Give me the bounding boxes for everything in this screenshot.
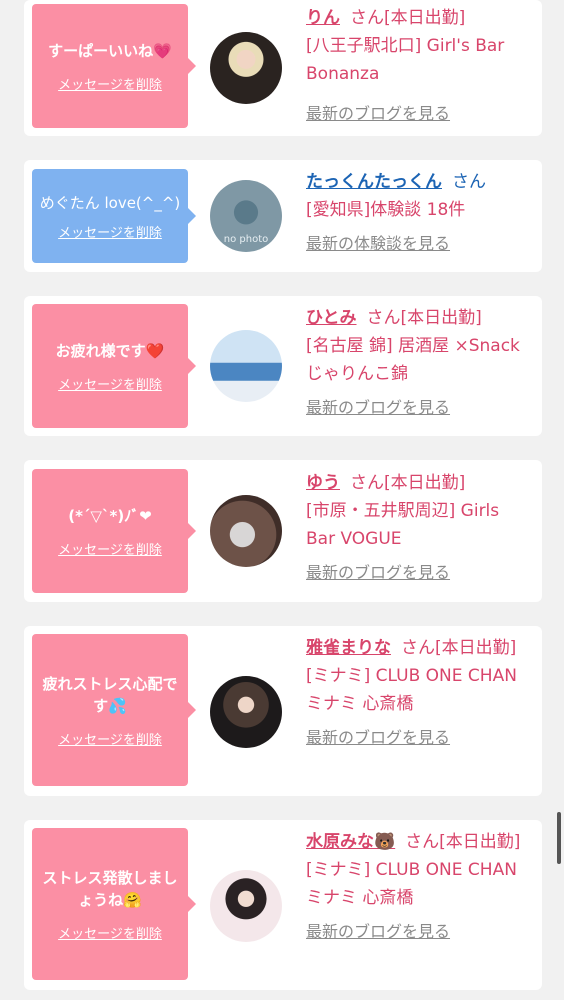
shop-link[interactable]: [ミナミ] CLUB ONE CHAN ミナミ 心斎橋 bbox=[306, 860, 517, 908]
shop-link[interactable]: [名古屋 錦] 居酒屋 ×Snack じゃりんこ錦 bbox=[306, 336, 520, 384]
no-photo-label: no photo bbox=[223, 234, 269, 245]
latest-blog-link[interactable]: 最新のブログを見る bbox=[306, 724, 532, 752]
message-bubble: めぐたん love(^_^) メッセージを削除 bbox=[32, 169, 196, 263]
message-text: お疲れ様です❤️ bbox=[55, 341, 165, 360]
latest-blog-link[interactable]: 最新のブログを見る bbox=[306, 918, 532, 946]
message-text: めぐたん love(^_^) bbox=[39, 193, 181, 212]
profile-name-link[interactable]: ひとみ bbox=[306, 308, 357, 328]
latest-blog-link[interactable]: 最新の体験談を見る bbox=[306, 230, 532, 258]
status-text: さん[本日出勤] bbox=[366, 308, 482, 328]
shop-link[interactable]: [市原・五井駅周辺] Girls Bar VOGUE bbox=[306, 501, 499, 549]
message-bubble: お疲れ様です❤️ メッセージを削除 bbox=[32, 304, 196, 428]
avatar[interactable] bbox=[210, 32, 282, 104]
shop-link[interactable]: [八王子駅北口] Girl's Bar Bonanza bbox=[306, 36, 504, 84]
profile-name-link[interactable]: ゆう bbox=[306, 473, 340, 493]
message-text: (*´▽`*)ﾉﾞ❤ bbox=[68, 506, 152, 525]
list-item: ストレス発散しましょうね🤗 メッセージを削除 水原みな🐻 さん[本日出勤] [ミナ… bbox=[24, 820, 542, 990]
message-bubble: 疲れストレス心配です💦 メッセージを削除 bbox=[32, 634, 196, 786]
avatar[interactable] bbox=[210, 495, 282, 567]
profile-name-link[interactable]: たっくんたっくん bbox=[306, 172, 442, 192]
avatar[interactable]: no photo bbox=[210, 180, 282, 252]
status-text: さん[本日出勤] bbox=[405, 832, 521, 852]
profile-name-link[interactable]: 雅雀まりな bbox=[306, 638, 391, 658]
list-item: めぐたん love(^_^) メッセージを削除 no photo たっくんたっく… bbox=[24, 160, 542, 272]
status-text: さん[本日出勤] bbox=[350, 8, 466, 28]
message-bubble: ストレス発散しましょうね🤗 メッセージを削除 bbox=[32, 828, 196, 980]
list-item: すーぱーいいね💗 メッセージを削除 りん さん[本日出勤] [八王子駅北口] Gi… bbox=[24, 0, 542, 136]
delete-message-link[interactable]: メッセージを削除 bbox=[58, 374, 162, 393]
avatar[interactable] bbox=[210, 676, 282, 748]
message-text: ストレス発散しましょうね🤗 bbox=[42, 868, 178, 909]
profile-name-link[interactable]: りん bbox=[306, 8, 340, 28]
shop-link[interactable]: [ミナミ] CLUB ONE CHAN ミナミ 心斎橋 bbox=[306, 666, 517, 714]
delete-message-link[interactable]: メッセージを削除 bbox=[58, 923, 162, 942]
delete-message-link[interactable]: メッセージを削除 bbox=[58, 74, 162, 93]
message-text: 疲れストレス心配です💦 bbox=[42, 674, 178, 715]
latest-blog-link[interactable]: 最新のブログを見る bbox=[306, 394, 532, 422]
status-text: さん bbox=[452, 172, 486, 192]
status-text: さん[本日出勤] bbox=[350, 473, 466, 493]
delete-message-link[interactable]: メッセージを削除 bbox=[58, 539, 162, 558]
message-bubble: (*´▽`*)ﾉﾞ❤ メッセージを削除 bbox=[32, 469, 196, 593]
avatar[interactable] bbox=[210, 870, 282, 942]
delete-message-link[interactable]: メッセージを削除 bbox=[58, 222, 162, 241]
status-text: さん[本日出勤] bbox=[401, 638, 517, 658]
message-text: すーぱーいいね💗 bbox=[48, 41, 172, 60]
list-item: (*´▽`*)ﾉﾞ❤ メッセージを削除 ゆう さん[本日出勤] [市原・五井駅周辺… bbox=[24, 460, 542, 602]
latest-blog-link[interactable]: 最新のブログを見る bbox=[306, 100, 532, 128]
latest-blog-link[interactable]: 最新のブログを見る bbox=[306, 559, 532, 587]
list-item: お疲れ様です❤️ メッセージを削除 ひとみ さん[本日出勤] [名古屋 錦] 居酒… bbox=[24, 296, 542, 436]
avatar[interactable] bbox=[210, 330, 282, 402]
profile-name-link[interactable]: 水原みな🐻 bbox=[306, 832, 395, 852]
scrollbar[interactable] bbox=[557, 812, 561, 864]
list-item: 疲れストレス心配です💦 メッセージを削除 雅雀まりな さん[本日出勤] [ミナミ]… bbox=[24, 626, 542, 796]
shop-link[interactable]: [愛知県]体験談 18件 bbox=[306, 200, 465, 220]
delete-message-link[interactable]: メッセージを削除 bbox=[58, 729, 162, 748]
message-bubble: すーぱーいいね💗 メッセージを削除 bbox=[32, 4, 196, 128]
